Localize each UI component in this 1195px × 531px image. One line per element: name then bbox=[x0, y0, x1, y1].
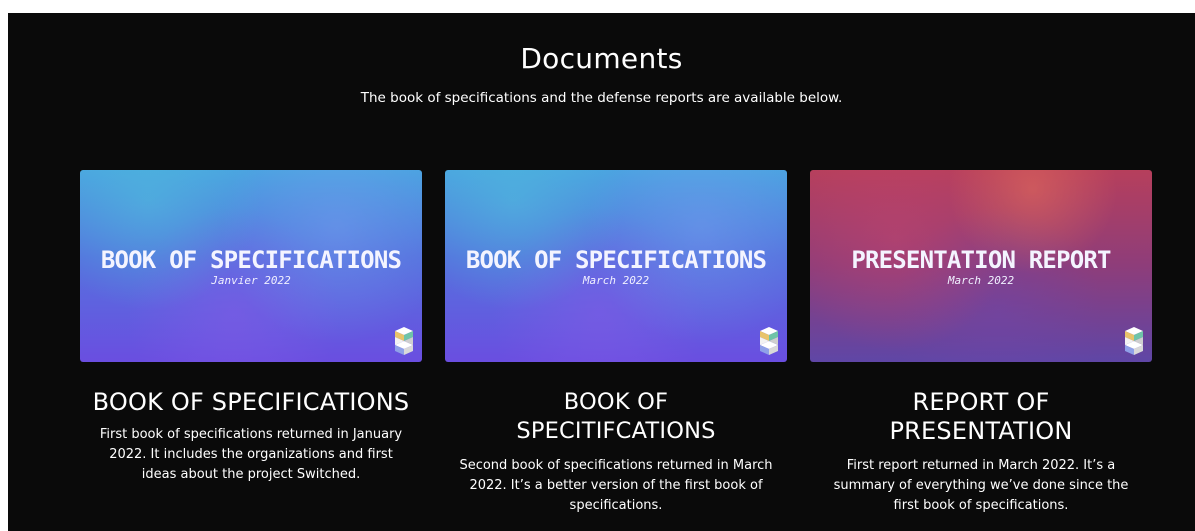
card-heading: BOOK OF SPECITIFCATIONS bbox=[516, 389, 716, 444]
thumbnail-title: BOOK OF SPECIFICATIONS bbox=[100, 246, 402, 274]
switched-logo-icon bbox=[395, 327, 413, 355]
switched-logo-icon bbox=[1125, 327, 1143, 355]
card-heading: REPORT OF PRESENTATION bbox=[889, 388, 1073, 445]
thumbnail-date: March 2022 bbox=[582, 274, 650, 287]
thumbnail-title: BOOK OF SPECIFICATIONS bbox=[465, 246, 767, 274]
document-thumbnail-link[interactable]: BOOK OF SPECIFICATIONS Janvier 2022 bbox=[80, 170, 422, 362]
document-card-1: BOOK OF SPECIFICATIONS Janvier 2022 BOOK… bbox=[80, 170, 422, 485]
thumbnail-date: Janvier 2022 bbox=[211, 274, 291, 287]
thumbnail-date: March 2022 bbox=[947, 274, 1015, 287]
document-card-2: BOOK OF SPECIFICATIONS March 2022 BOOK O… bbox=[445, 170, 787, 516]
document-thumbnail-link[interactable]: PRESENTATION REPORT March 2022 bbox=[810, 170, 1152, 362]
section-subtitle: The book of specifications and the defen… bbox=[360, 90, 843, 106]
card-description: First report returned in March 2022. It’… bbox=[833, 458, 1129, 513]
thumbnail-title: PRESENTATION REPORT bbox=[851, 246, 1111, 274]
document-card-3: PRESENTATION REPORT March 2022 REPORT OF… bbox=[810, 170, 1152, 516]
card-description: Second book of specifications returned i… bbox=[459, 458, 773, 513]
document-thumbnail-link[interactable]: BOOK OF SPECIFICATIONS March 2022 bbox=[445, 170, 787, 362]
documents-section: Documents The book of specifications and… bbox=[8, 13, 1195, 531]
switched-logo-icon bbox=[760, 327, 778, 355]
card-description: First book of specifications returned in… bbox=[99, 427, 403, 482]
card-heading: BOOK OF SPECIFICATIONS bbox=[92, 388, 410, 416]
section-title: Documents bbox=[520, 42, 683, 75]
